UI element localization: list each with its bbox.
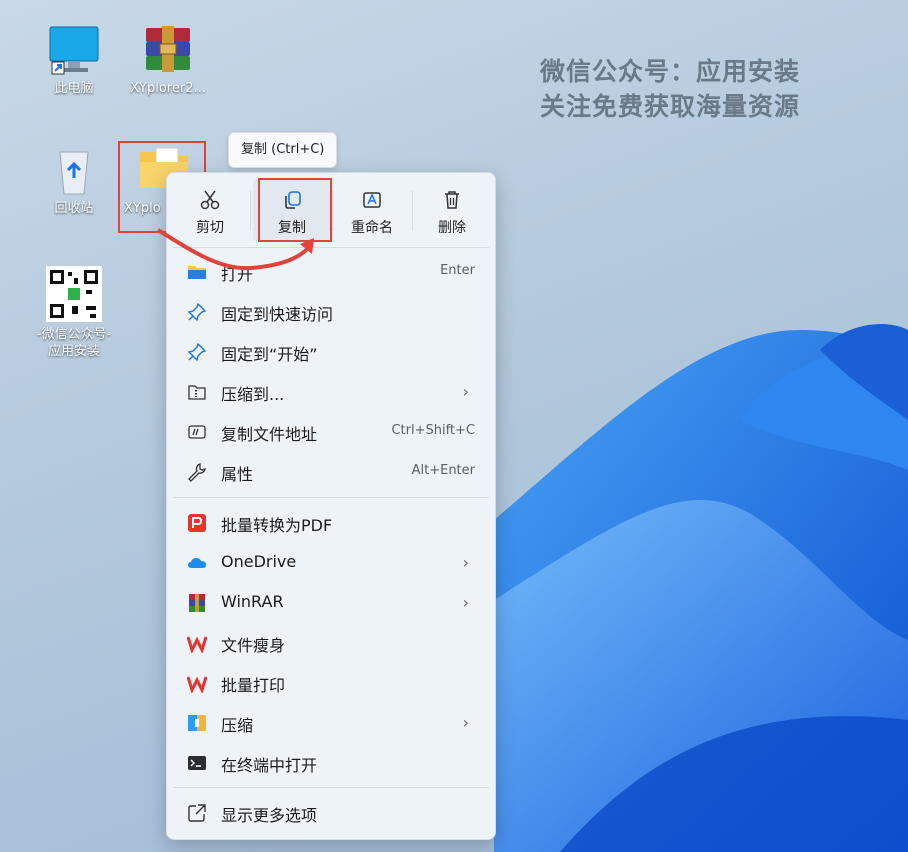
menu-item-label: 复制文件地址 bbox=[221, 425, 318, 444]
copy-highlight-box bbox=[258, 178, 332, 242]
desktop-icon-qr-code[interactable]: -微信公众号- 应用安装 bbox=[30, 266, 118, 360]
menu-item-show-more-options[interactable]: 显示更多选项 bbox=[173, 793, 489, 833]
menu-item-pin-start[interactable]: 固定到“开始” bbox=[173, 332, 489, 372]
wrench-icon bbox=[188, 463, 206, 482]
desktop-icon-label: 回收站 bbox=[54, 201, 94, 216]
zip-icon bbox=[188, 385, 206, 400]
desktop-icon-label: -微信公众号- 应用安装 bbox=[30, 326, 118, 360]
monitor-icon bbox=[49, 26, 99, 75]
label-line: 应用安装 bbox=[47, 344, 100, 359]
cut-button[interactable]: 剪切 bbox=[171, 179, 249, 241]
menu-item-label: 文件瘦身 bbox=[221, 636, 286, 655]
cloud-icon bbox=[188, 558, 206, 568]
menu-item-label: 固定到“开始” bbox=[221, 345, 318, 364]
path-icon bbox=[188, 425, 206, 439]
menu-item-label: WinRAR bbox=[221, 592, 284, 611]
submenu-chevron-icon: › bbox=[462, 553, 469, 572]
desktop-icon-label: 此电脑 bbox=[54, 81, 94, 96]
pin-icon bbox=[187, 342, 207, 362]
submenu-chevron-icon: › bbox=[462, 713, 469, 732]
menu-item-file-slim[interactable]: 文件瘦身 bbox=[173, 623, 489, 663]
desktop-icon-xyplorer-installer[interactable]: XYplorer2... bbox=[124, 24, 212, 97]
menu-item-onedrive[interactable]: OneDrive › bbox=[173, 543, 489, 583]
watermark-line: 关注免费获取海量资源 bbox=[540, 92, 801, 121]
menu-item-label: OneDrive bbox=[221, 552, 297, 571]
pdf-icon bbox=[188, 514, 206, 532]
menu-item-label: 固定到快速访问 bbox=[221, 305, 334, 324]
delete-button[interactable]: 删除 bbox=[413, 179, 491, 241]
label-line: -微信公众号- bbox=[36, 327, 112, 342]
menu-item-shortcut: Enter bbox=[440, 263, 475, 278]
menu-item-copy-path[interactable]: 复制文件地址 Ctrl+Shift+C bbox=[173, 412, 489, 452]
trash-icon bbox=[445, 191, 459, 209]
wps-icon bbox=[187, 676, 207, 693]
context-menu: 剪切 复制 重命名 删除 打开 Enter 固定到快速访问 固定到“开始” 压缩… bbox=[166, 172, 496, 840]
menu-item-batch-pdf[interactable]: 批量转换为PDF bbox=[173, 503, 489, 543]
menu-item-label: 压缩 bbox=[221, 716, 254, 735]
menu-separator bbox=[173, 787, 489, 788]
watermark-text: 微信公众号：应用安装 关注免费获取海量资源 bbox=[540, 54, 800, 124]
menu-item-pin-quick-access[interactable]: 固定到快速访问 bbox=[173, 292, 489, 332]
pin-icon bbox=[187, 302, 207, 322]
menu-item-compress[interactable]: 压缩 › bbox=[173, 703, 489, 743]
terminal-icon bbox=[188, 756, 206, 770]
folder-icon bbox=[188, 266, 206, 279]
menu-item-properties[interactable]: 属性 Alt+Enter bbox=[173, 452, 489, 492]
menu-item-label: 批量转换为PDF bbox=[221, 516, 333, 535]
menu-item-winrar[interactable]: WinRAR › bbox=[173, 583, 489, 623]
submenu-chevron-icon: › bbox=[462, 382, 469, 401]
rename-icon bbox=[363, 192, 381, 208]
recycle-bin-icon bbox=[59, 151, 89, 195]
rename-button[interactable]: 重命名 bbox=[333, 179, 411, 241]
menu-separator bbox=[173, 247, 489, 248]
menu-item-batch-print[interactable]: 批量打印 bbox=[173, 663, 489, 703]
desktop-icon-recycle-bin[interactable]: 回收站 bbox=[34, 144, 114, 217]
more-options-icon bbox=[188, 804, 206, 822]
copy-tooltip: 复制 (Ctrl+C) bbox=[228, 132, 338, 168]
watermark-line: 微信公众号：应用安装 bbox=[540, 57, 801, 86]
winrar-icon bbox=[189, 594, 205, 612]
menu-item-label: 批量打印 bbox=[221, 676, 286, 695]
menu-item-label: 压缩到... bbox=[221, 385, 285, 404]
submenu-chevron-icon: › bbox=[462, 593, 469, 612]
menu-item-label: 显示更多选项 bbox=[221, 806, 318, 825]
wps-icon bbox=[187, 636, 207, 653]
menu-item-label: 在终端中打开 bbox=[221, 756, 318, 775]
menu-item-open[interactable]: 打开 Enter bbox=[173, 252, 489, 292]
menu-item-shortcut: Alt+Enter bbox=[411, 463, 475, 478]
delete-label: 删除 bbox=[438, 220, 466, 236]
menu-item-open-terminal[interactable]: 在终端中打开 bbox=[173, 743, 489, 783]
qr-code-icon bbox=[46, 266, 102, 322]
winrar-archive-icon bbox=[146, 26, 190, 72]
menu-item-compress-to[interactable]: 压缩到... › bbox=[173, 372, 489, 412]
menu-item-shortcut: Ctrl+Shift+C bbox=[391, 423, 475, 438]
scissors-icon bbox=[200, 190, 220, 210]
desktop-icon-this-pc[interactable]: 此电脑 bbox=[34, 24, 114, 97]
rename-label: 重命名 bbox=[351, 220, 393, 236]
action-separator bbox=[250, 191, 251, 231]
menu-item-label: 打开 bbox=[221, 265, 254, 284]
compress-icon bbox=[188, 715, 206, 731]
menu-separator bbox=[173, 497, 489, 498]
desktop-icon-label: XYplorer2... bbox=[130, 81, 206, 96]
menu-item-label: 属性 bbox=[221, 465, 254, 484]
cut-label: 剪切 bbox=[196, 220, 224, 236]
